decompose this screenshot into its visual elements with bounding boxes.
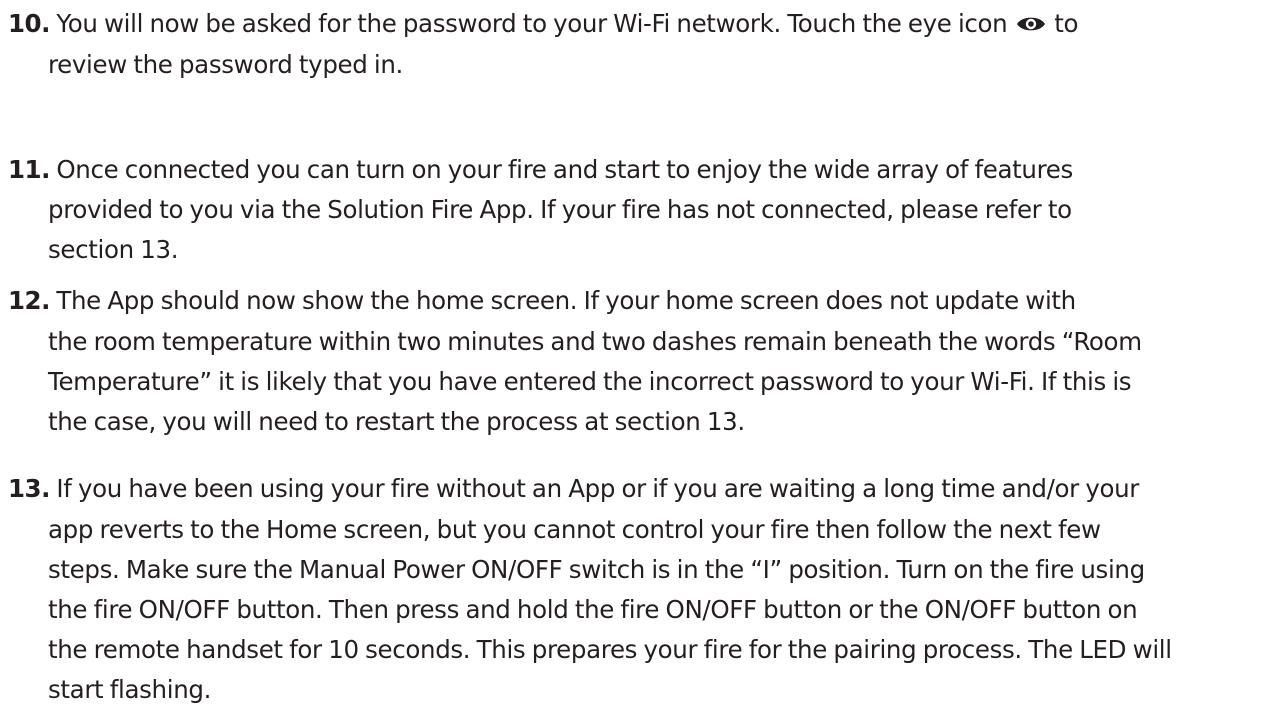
step-number: 13.	[8, 474, 50, 503]
eye-icon	[1016, 17, 1045, 31]
step-line: Temperature” it is likely that you have …	[48, 367, 1132, 396]
step-line: the case, you will need to restart the p…	[48, 407, 745, 436]
step-line: app reverts to the Home screen, but you …	[48, 515, 1101, 544]
step-line: start flashing.	[48, 675, 212, 704]
step-text: to	[1054, 9, 1079, 38]
step-text: If you have been using your fire without…	[56, 474, 1140, 503]
step-line: 12. The App should now show the home scr…	[8, 286, 1076, 315]
step-line: the room temperature within two minutes …	[48, 327, 1142, 356]
step-text: The App should now show the home screen.…	[56, 286, 1076, 315]
step-number: 10.	[8, 9, 50, 38]
step-line: 11. Once connected you can turn on your …	[8, 155, 1073, 184]
step-line: 10. You will now be asked for the passwo…	[8, 9, 1079, 38]
step-line: steps. Make sure the Manual Power ON/OFF…	[48, 555, 1145, 584]
step-text: You will now be asked for the password t…	[56, 9, 1008, 38]
step-line: the fire ON/OFF button. Then press and h…	[48, 595, 1138, 624]
step-line: 13. If you have been using your fire wit…	[8, 474, 1140, 503]
step-line: review the password typed in.	[48, 50, 403, 79]
step-line: provided to you via the Solution Fire Ap…	[48, 195, 1072, 224]
step-line: section 13.	[48, 235, 179, 264]
step-number: 11.	[8, 155, 50, 184]
step-number: 12.	[8, 286, 50, 315]
step-text: Once connected you can turn on your fire…	[56, 155, 1073, 184]
manual-page: { "steps": [ { "number": "10.", "lines":…	[0, 0, 1278, 704]
step-line: the remote handset for 10 seconds. This …	[48, 635, 1172, 664]
